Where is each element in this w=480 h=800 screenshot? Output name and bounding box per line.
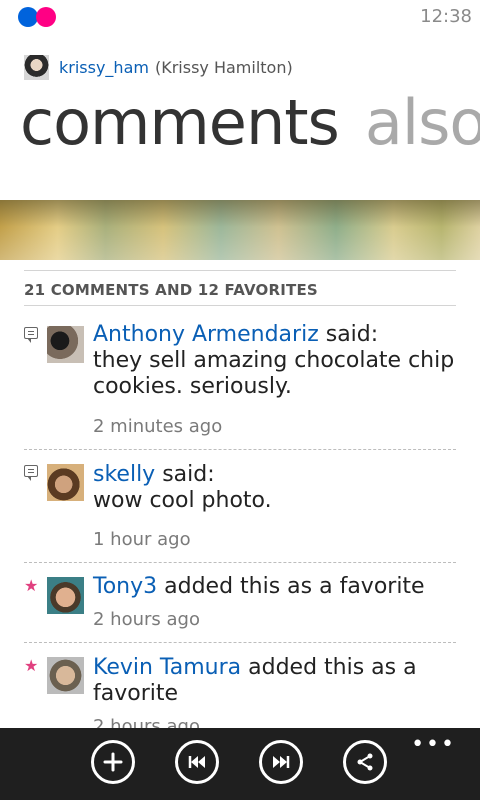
feed-item-text: Anthony Armendariz said: they sell amazi… [93, 322, 463, 400]
avatar[interactable] [47, 464, 84, 501]
item-separator [24, 562, 456, 563]
avatar[interactable] [47, 326, 84, 363]
pivot-tab-also[interactable]: also [365, 86, 480, 159]
pivot-tab-comments[interactable]: comments [20, 86, 340, 159]
timestamp: 2 hours ago [93, 609, 200, 630]
item-separator [24, 449, 456, 450]
avatar[interactable] [47, 577, 84, 614]
feed-item: skelly said: wow cool photo. 1 hour ago [0, 458, 480, 563]
plus-icon [103, 752, 123, 772]
owner-username[interactable]: krissy_ham [59, 58, 149, 77]
feed-item-text: skelly said: wow cool photo. [93, 462, 463, 514]
feed-item: Anthony Armendariz said: they sell amazi… [0, 320, 480, 450]
next-photo-button[interactable] [259, 740, 303, 784]
timestamp: 2 hours ago [93, 716, 200, 728]
skip-previous-icon [188, 756, 205, 768]
photo-thumbnail[interactable] [0, 200, 480, 260]
flickr-pink-dot [36, 7, 56, 27]
share-button[interactable] [343, 740, 387, 784]
comment-icon [24, 327, 38, 343]
comment-body: wow cool photo. [93, 488, 272, 513]
add-comment-button[interactable] [91, 740, 135, 784]
star-icon: ★ [24, 656, 39, 675]
feed-item-text: Tony3 added this as a favorite [93, 574, 463, 600]
comments-summary: 21 COMMENTS AND 12 FAVORITES [24, 281, 318, 299]
owner-fullname: (Krissy Hamilton) [154, 57, 293, 77]
star-icon: ★ [24, 576, 39, 595]
author-link[interactable]: skelly [93, 462, 155, 487]
action-text: added this as a favorite [157, 574, 425, 599]
action-text: said: [155, 462, 215, 487]
more-options-button[interactable]: ••• [411, 732, 456, 757]
share-icon [357, 753, 373, 771]
avatar[interactable] [47, 657, 84, 694]
item-separator [24, 642, 456, 643]
owner-avatar[interactable] [24, 54, 49, 80]
flickr-blue-dot [18, 7, 38, 27]
feed-item: ★ Tony3 added this as a favorite 2 hours… [0, 572, 480, 642]
action-text: said: [318, 322, 379, 347]
photo-owner[interactable]: krissy_ham (Krissy Hamilton) [24, 54, 293, 80]
flickr-logo [18, 7, 58, 27]
comment-icon [24, 465, 38, 481]
author-link[interactable]: Tony3 [93, 574, 157, 599]
divider-top [24, 270, 456, 271]
feed-item: ★ Kevin Tamura added this as a favorite … [0, 652, 480, 728]
author-link[interactable]: Anthony Armendariz [93, 322, 319, 347]
author-link[interactable]: Kevin Tamura [93, 655, 241, 680]
feed-item-text: Kevin Tamura added this as a favorite [93, 655, 423, 707]
divider-bottom [24, 305, 456, 306]
timestamp: 1 hour ago [93, 529, 191, 550]
skip-next-icon [273, 756, 290, 768]
pivot-header: comments also [20, 86, 480, 159]
application-bar: ••• [0, 728, 480, 800]
status-bar: 12:38 [0, 0, 480, 34]
timestamp: 2 minutes ago [93, 416, 223, 437]
status-time: 12:38 [420, 6, 472, 27]
comment-body: they sell amazing chocolate chip cookies… [93, 348, 455, 399]
previous-photo-button[interactable] [175, 740, 219, 784]
